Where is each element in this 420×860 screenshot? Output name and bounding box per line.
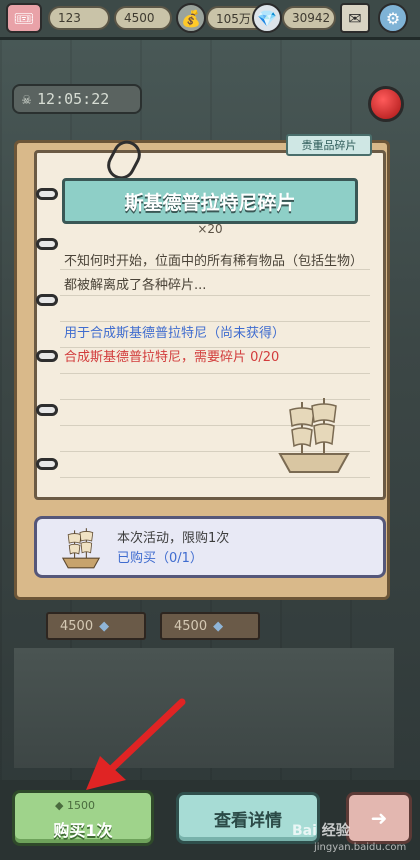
ticket-icon[interactable]: 🎟	[6, 3, 42, 33]
shop-floor	[14, 648, 394, 768]
item-description: 不知何时开始，位面中的所有稀有物品（包括生物）都被解离成了各种碎片...	[64, 254, 364, 293]
binder-ring-icon	[36, 458, 58, 470]
watermark: Bai 经验	[292, 823, 350, 839]
coin-count: 4500	[114, 6, 172, 30]
binder-ring-icon	[36, 350, 58, 362]
shelf-price-tag-left: 4500 ◆	[46, 612, 146, 640]
binder-ring-icon	[36, 404, 58, 416]
red-alarm-button[interactable]	[368, 86, 404, 122]
purchased-count-text: 已购买（0/1）	[117, 551, 203, 566]
purchase-info-box: 本次活动，限购1次 已购买（0/1）	[34, 516, 386, 578]
buy-price: ◆ 1500	[55, 799, 95, 812]
ticket-icon: ◆	[213, 618, 224, 634]
share-button[interactable]: ➜	[346, 792, 412, 844]
purchase-limit-text: 本次活动，限购1次	[117, 531, 230, 546]
skull-icon: ☠	[22, 90, 32, 108]
coin-count-value: 4500	[124, 11, 155, 25]
red-arrow-icon	[86, 698, 186, 790]
binder-ring-icon	[36, 294, 58, 306]
ship-thumbnail-icon	[61, 528, 101, 569]
shelf-price-value: 4500	[60, 618, 94, 634]
binder-ring-icon	[36, 238, 58, 250]
buy-button-label: 购买1次	[53, 821, 113, 840]
gem-count: 30942	[282, 6, 336, 30]
shelf-price-tag-right: 4500 ◆	[160, 612, 260, 640]
ticket-icon: ◆	[99, 618, 110, 634]
use-line: 用于合成斯基德普拉特尼（尚未获得）	[64, 326, 286, 341]
buy-price-value: 1500	[66, 799, 95, 812]
top-resource-bar: 🎟 123 4500 💰 105万 💎 30942 ✉ ⚙	[0, 0, 420, 40]
ticket-count-value: 123	[58, 11, 81, 25]
money-bag-icon: 💰	[176, 3, 206, 33]
shelf-price-value: 4500	[174, 618, 208, 634]
money-value: 105万	[216, 11, 251, 26]
share-arrow-icon: ➜	[370, 806, 388, 830]
buy-button[interactable]: ◆ 1500 购买1次	[12, 790, 154, 846]
timer-value: 12:05:22	[37, 90, 110, 108]
need-line: 合成斯基德普拉特尼，需要碎片 0/20	[64, 350, 280, 365]
gear-icon[interactable]: ⚙	[378, 3, 408, 33]
gem-value: 30942	[292, 11, 331, 25]
mail-icon[interactable]: ✉	[340, 3, 370, 33]
item-count: ×20	[197, 222, 223, 236]
item-title: 斯基德普拉特尼碎片	[62, 178, 358, 224]
watermark-url: jingyan.baidu.com	[314, 842, 407, 853]
gem-icon: 💎	[252, 3, 282, 33]
binder-ring-icon	[36, 188, 58, 200]
timer-panel: ☠ 12:05:22	[12, 84, 142, 114]
ticket-count: 123	[48, 6, 110, 30]
ship-icon	[278, 398, 350, 473]
rarity-tag: 贵重品碎片	[286, 134, 372, 156]
